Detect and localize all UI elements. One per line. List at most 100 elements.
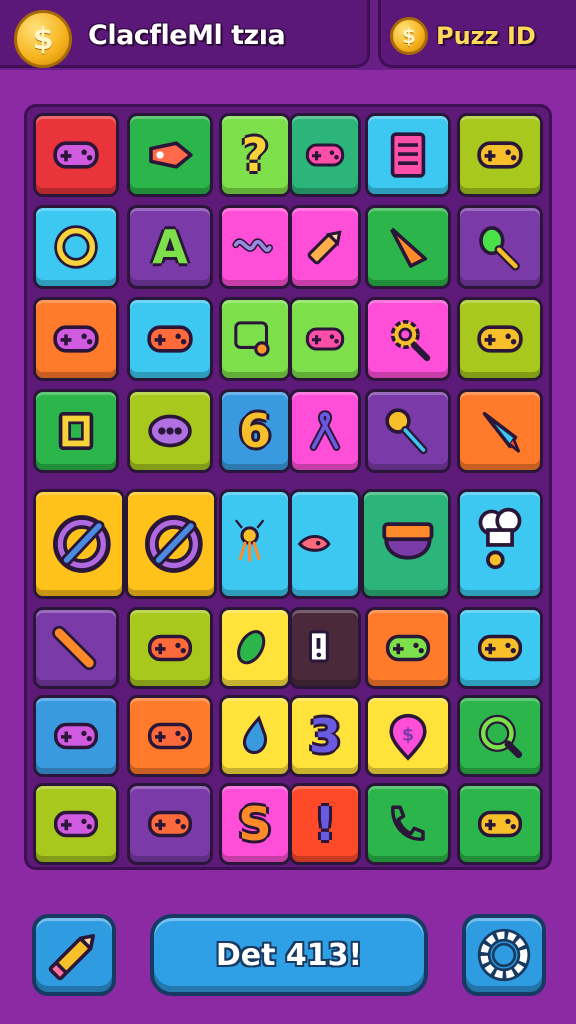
tile[interactable] xyxy=(219,607,291,689)
gamepad-icon xyxy=(477,810,523,838)
number-6-icon: 6 xyxy=(238,404,271,458)
tile[interactable] xyxy=(457,389,543,473)
pencil-icon xyxy=(307,230,342,265)
game-title: ClacfleMl tzıa xyxy=(88,20,286,51)
tile[interactable]: A xyxy=(127,205,213,289)
tile[interactable] xyxy=(457,783,543,865)
pot-icon xyxy=(382,522,434,560)
tile[interactable] xyxy=(457,297,543,381)
tile[interactable] xyxy=(127,389,213,473)
tile[interactable] xyxy=(127,297,213,381)
tile[interactable] xyxy=(289,607,361,689)
phone-call-icon xyxy=(391,805,425,841)
tag-icon xyxy=(149,141,193,169)
tile[interactable] xyxy=(33,607,119,689)
ribbon-icon xyxy=(309,410,341,451)
tile[interactable] xyxy=(289,389,361,473)
tile[interactable] xyxy=(33,695,119,777)
letter-s-icon: S xyxy=(238,797,272,851)
tile[interactable] xyxy=(289,489,361,599)
coin-icon: $ xyxy=(14,10,72,68)
number-3-icon: 3 xyxy=(308,709,341,763)
settings-button[interactable] xyxy=(462,914,546,996)
tile[interactable] xyxy=(125,489,217,599)
tile[interactable] xyxy=(33,205,119,289)
tile[interactable] xyxy=(219,489,291,599)
tile[interactable]: 6 xyxy=(219,389,291,473)
tile[interactable] xyxy=(33,389,119,473)
gamepad-icon xyxy=(147,634,193,662)
tile[interactable] xyxy=(127,695,213,777)
tile[interactable] xyxy=(457,695,543,777)
phone-icon xyxy=(308,630,329,663)
gamepad-icon xyxy=(53,722,99,750)
main-action-button[interactable]: Det 413! xyxy=(150,914,428,996)
tile[interactable] xyxy=(289,205,361,289)
letter-a-icon: A xyxy=(152,220,188,274)
title-panel: $ ClacfleMl tzıa xyxy=(0,0,370,68)
tile[interactable] xyxy=(365,113,451,197)
tile[interactable] xyxy=(127,783,213,865)
tile[interactable] xyxy=(33,113,119,197)
bat-icon xyxy=(52,625,97,671)
tile[interactable]: 3 xyxy=(289,695,361,777)
tile[interactable] xyxy=(289,297,361,381)
hint-button[interactable] xyxy=(32,914,116,996)
gamepad-icon xyxy=(147,810,193,838)
gamepad-icon xyxy=(477,325,523,353)
gamepad-icon xyxy=(53,325,99,353)
gamepad-icon xyxy=(53,141,99,169)
exclamation-icon: ! xyxy=(314,797,336,851)
no-sign-icon xyxy=(145,515,203,573)
main-action-label: Det 413! xyxy=(215,937,363,973)
gamepad-icon xyxy=(147,325,193,353)
tile[interactable]: ? xyxy=(219,113,291,197)
tile[interactable] xyxy=(219,205,291,289)
gamepad-icon xyxy=(53,810,99,838)
map-pin-icon: $ xyxy=(389,713,427,761)
tile[interactable] xyxy=(365,297,451,381)
clipboard-icon xyxy=(390,132,426,178)
tile[interactable]: ! xyxy=(289,783,361,865)
tile[interactable] xyxy=(365,607,451,689)
puzzle-id-label: Puzz ID xyxy=(436,22,536,50)
gamepad-icon xyxy=(305,143,345,167)
gear-icon xyxy=(477,928,531,982)
tile[interactable] xyxy=(365,389,451,473)
pencil-icon xyxy=(48,934,95,981)
tile[interactable] xyxy=(33,783,119,865)
tile[interactable] xyxy=(457,607,543,689)
leaf-icon xyxy=(237,630,266,665)
tile[interactable] xyxy=(361,489,451,599)
tile[interactable] xyxy=(457,113,543,197)
top-bar: $ ClacfleMl tzıa $ Puzz ID xyxy=(0,0,576,70)
tile[interactable] xyxy=(33,297,119,381)
gamepad-icon xyxy=(147,722,193,750)
chat-icon xyxy=(234,321,270,357)
tile[interactable]: $ xyxy=(365,695,451,777)
tile[interactable] xyxy=(457,489,543,599)
svg-text:$: $ xyxy=(402,725,414,745)
bug-icon xyxy=(148,414,192,448)
gamepad-icon xyxy=(477,141,523,169)
drop-icon xyxy=(242,715,268,755)
no-sign-icon xyxy=(53,515,111,573)
tile[interactable] xyxy=(365,205,451,289)
tile[interactable] xyxy=(365,783,451,865)
gamepad-icon xyxy=(477,634,523,662)
tile[interactable] xyxy=(219,695,291,777)
chef-hat-icon xyxy=(478,507,522,570)
ring-icon xyxy=(54,225,98,269)
tile[interactable] xyxy=(289,113,361,197)
tile[interactable] xyxy=(127,113,213,197)
game-board: ? A 6 3 $ S! xyxy=(24,104,552,870)
tile[interactable] xyxy=(127,607,213,689)
tile[interactable]: S xyxy=(219,783,291,865)
gamepad-icon xyxy=(305,327,345,351)
fish-icon xyxy=(297,534,331,552)
question-mark-icon: ? xyxy=(241,128,269,182)
tile[interactable] xyxy=(219,297,291,381)
tile[interactable] xyxy=(457,205,543,289)
gamepad-icon xyxy=(385,634,431,662)
tile[interactable] xyxy=(33,489,125,599)
